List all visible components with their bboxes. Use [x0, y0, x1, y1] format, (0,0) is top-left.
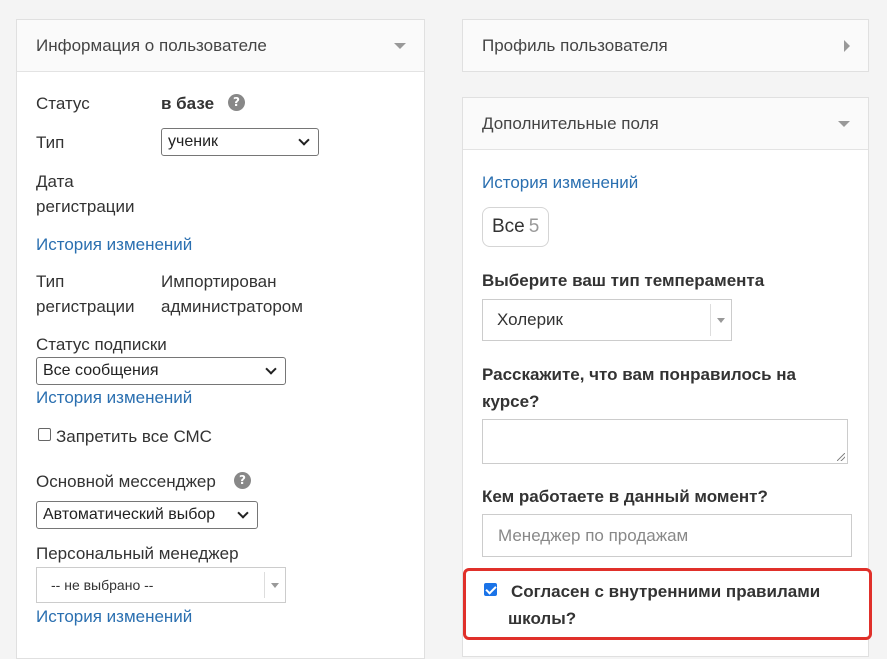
reg-type-value-2: администратором	[161, 297, 303, 316]
reg-date-label-1: Дата	[36, 172, 74, 191]
chevron-down-icon	[237, 506, 249, 519]
help-icon[interactable]: ?	[234, 472, 251, 489]
sms-checkbox[interactable]	[38, 428, 51, 441]
status-label: Статус	[36, 94, 90, 113]
reg-type-value-1: Импортирован	[161, 272, 277, 291]
job-label: Кем работаете в данный момент?	[482, 487, 768, 506]
filter-count: 5	[528, 216, 540, 237]
manager-label: Персональный менеджер	[36, 544, 239, 563]
liked-label-2: курсе?	[482, 392, 540, 411]
agreement-highlight: Согласен с внутренними правилами школы?	[463, 568, 872, 640]
profile-header[interactable]: Профиль пользователя	[463, 20, 868, 71]
history-link-3[interactable]: История изменений	[36, 604, 192, 629]
chevron-down-icon	[298, 133, 310, 146]
liked-label-1: Расскажите, что вам понравилось на	[482, 365, 796, 384]
temperament-label: Выберите ваш тип темперамента	[482, 271, 765, 290]
filter-all-button[interactable]: Все 5	[482, 207, 550, 247]
messenger-label: Основной мессенджер	[36, 472, 216, 491]
subscription-label: Статус подписки	[36, 335, 167, 354]
extra-fields-title: Дополнительные поля	[482, 113, 659, 133]
collapse-icon[interactable]	[394, 42, 406, 49]
job-input-placeholder: Менеджер по продажам	[498, 525, 689, 545]
job-input[interactable]: Менеджер по продажам	[482, 514, 852, 557]
history-link-1[interactable]: История изменений	[36, 232, 192, 257]
dropdown-arrow-icon	[265, 582, 285, 588]
collapse-icon[interactable]	[838, 120, 850, 127]
manager-select-value: -- не выбрано --	[51, 577, 154, 593]
agree-label-1: Согласен с внутренними правилами	[511, 582, 821, 601]
subscription-select-value: Все сообщения	[43, 362, 159, 379]
temperament-select[interactable]: Холерик	[482, 299, 732, 341]
liked-textarea[interactable]	[482, 419, 848, 464]
agree-checkbox[interactable]	[484, 583, 497, 596]
user-info-panel: Информация о пользователе Статус в базе …	[16, 19, 425, 659]
status-value: в базе	[161, 94, 215, 113]
history-link-2[interactable]: История изменений	[36, 385, 192, 410]
chevron-down-icon	[265, 362, 277, 375]
user-info-title: Информация о пользователе	[36, 35, 267, 55]
messenger-select[interactable]: Автоматический выбор	[36, 501, 258, 529]
sms-label: Запретить все СМС	[56, 427, 212, 446]
resize-grip-icon[interactable]	[837, 453, 845, 461]
profile-title: Профиль пользователя	[482, 35, 668, 55]
extra-fields-header[interactable]: Дополнительные поля	[463, 98, 868, 150]
type-select[interactable]: ученик	[161, 128, 319, 156]
dropdown-arrow-icon	[711, 317, 731, 323]
type-label: Тип	[36, 133, 65, 152]
subscription-select[interactable]: Все сообщения	[36, 357, 286, 385]
reg-date-label-2: регистрации	[36, 197, 135, 216]
user-info-header[interactable]: Информация о пользователе	[17, 20, 424, 72]
temperament-select-value: Холерик	[497, 310, 563, 329]
history-link-4[interactable]: История изменений	[482, 170, 638, 195]
expand-icon[interactable]	[844, 39, 850, 52]
reg-type-label-2: регистрации	[36, 297, 135, 316]
filter-all-label: Все	[492, 216, 525, 237]
type-select-value: ученик	[168, 133, 219, 150]
messenger-select-value: Автоматический выбор	[43, 506, 216, 523]
manager-select[interactable]: -- не выбрано --	[36, 567, 286, 603]
reg-type-label-1: Тип	[36, 272, 65, 291]
agree-label-2: школы?	[508, 609, 577, 628]
profile-panel: Профиль пользователя	[462, 19, 869, 72]
help-icon[interactable]: ?	[228, 94, 245, 111]
